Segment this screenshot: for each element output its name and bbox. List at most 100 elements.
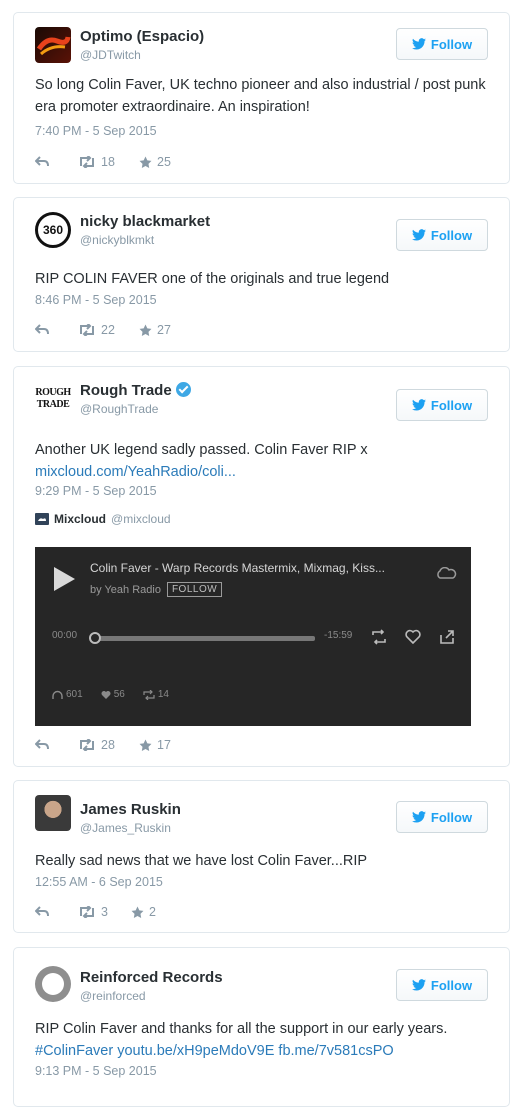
player-byline: by Yeah Radio FOLLOW [90,582,223,597]
avatar[interactable] [35,795,71,831]
favorite-count: 27 [157,323,171,337]
retweet-button[interactable]: 22 [78,323,139,337]
avatar[interactable] [35,27,71,63]
hashtag-link[interactable]: #ColinFaver [35,1043,113,1059]
card-source-name: Mixcloud [54,512,107,526]
play-icon[interactable] [52,566,76,592]
tweet-text: RIP COLIN FAVER one of the originals and… [35,271,390,287]
retweet-button[interactable]: 18 [78,155,139,169]
avatar[interactable] [35,966,71,1002]
favorite-count: 17 [157,738,171,752]
player-title[interactable]: Colin Faver - Warp Records Mastermix, Mi… [90,561,430,575]
twitter-bird-icon [411,38,426,50]
plays-stat: 601 [52,689,83,700]
retweet-icon [80,324,94,336]
reply-button[interactable] [35,739,78,751]
card-source[interactable]: Mixcloud @mixcloud [35,512,171,526]
tweet-timestamp[interactable]: 9:13 PM - 5 Sep 2015 [35,1064,157,1078]
likes-count: 56 [113,689,125,700]
follow-button[interactable]: Follow [396,801,488,833]
favorite-count: 2 [149,905,156,919]
tweet-actions: 3 2 [35,904,156,920]
retweet-count: 28 [101,738,115,752]
reply-button[interactable] [35,906,78,918]
repost-icon [143,689,155,700]
share-icon[interactable] [439,629,455,645]
tweet-timestamp[interactable]: 12:55 AM - 6 Sep 2015 [35,875,163,889]
follow-label: Follow [430,397,473,413]
favorite-button[interactable]: 17 [139,738,171,752]
favorite-count: 25 [157,155,171,169]
tweet-timestamp[interactable]: 8:46 PM - 5 Sep 2015 [35,293,157,307]
tweet-card: 360 nicky blackmarket @nickyblkmkt Follo… [13,197,510,352]
heart-icon[interactable] [405,629,421,644]
player-follow-button[interactable]: FOLLOW [166,582,223,597]
favorite-button[interactable]: 27 [139,323,171,337]
reposts-count: 14 [157,689,169,700]
retweet-icon [80,906,94,918]
player-artist[interactable]: by Yeah Radio [90,584,161,596]
avatar-logo: 360 [42,223,64,237]
tweet-link[interactable]: mixcloud.com/YeahRadio/coli... [35,464,236,480]
follow-button[interactable]: Follow [396,969,488,1001]
author-handle[interactable]: @RoughTrade [80,402,158,416]
reply-button[interactable] [35,156,78,168]
tweet-actions: 22 27 [35,322,171,338]
player-stats: 601 56 14 [52,689,169,700]
player-elapsed: 00:00 [52,630,78,641]
tweet-text: So long Colin Faver, UK techno pioneer a… [35,77,486,115]
progress-knob[interactable] [89,632,101,644]
follow-label: Follow [430,227,473,243]
tweet-card: Reinforced Records @reinforced Follow RI… [13,947,510,1107]
retweet-icon [80,156,94,168]
facebook-link[interactable]: fb.me/7v581csPO [278,1043,393,1059]
author-name[interactable]: Optimo (Espacio) [80,28,204,45]
youtube-link[interactable]: youtu.be/xH9peMdoV9E [117,1043,274,1059]
author-name[interactable]: James Ruskin [80,801,181,818]
star-icon [131,906,144,918]
author-handle[interactable]: @James_Ruskin [80,821,171,835]
repost-icon[interactable] [371,629,387,645]
mixcloud-player: Colin Faver - Warp Records Mastermix, Mi… [35,547,471,726]
mixcloud-icon [35,513,49,525]
cloud-icon[interactable] [435,567,457,579]
heart-icon [101,691,111,699]
avatar[interactable]: ROUGH TRADE [35,381,71,417]
star-icon [139,739,152,751]
tweet-timestamp[interactable]: 9:29 PM - 5 Sep 2015 [35,484,157,498]
reply-icon [35,739,49,750]
progress-bar[interactable] [92,636,315,641]
twitter-bird-icon [411,979,426,991]
favorite-button[interactable]: 2 [131,905,156,919]
author-name[interactable]: Reinforced Records [80,969,223,986]
tweet-card: Optimo (Espacio) @JDTwitch Follow So lon… [13,12,510,184]
author-handle[interactable]: @reinforced [80,989,146,1003]
follow-button[interactable]: Follow [396,28,488,60]
retweet-button[interactable]: 3 [78,905,131,919]
retweet-count: 22 [101,323,115,337]
tweet-timestamp[interactable]: 7:40 PM - 5 Sep 2015 [35,124,157,138]
reply-button[interactable] [35,324,78,336]
author-name[interactable]: nicky blackmarket [80,213,210,230]
author-handle[interactable]: @JDTwitch [80,48,141,62]
author-handle[interactable]: @nickyblkmkt [80,233,154,247]
retweet-count: 3 [101,905,108,919]
likes-stat: 56 [101,689,125,700]
tweet-card: ROUGH TRADE Rough Trade @RoughTrade Foll… [13,366,510,767]
follow-button[interactable]: Follow [396,389,488,421]
tweet-text-body: RIP Colin Faver and thanks for all the s… [35,1021,448,1037]
author-name[interactable]: Rough Trade [80,382,191,399]
favorite-button[interactable]: 25 [139,155,171,169]
avatar-logo [42,973,64,995]
avatar[interactable]: 360 [35,212,71,248]
follow-button[interactable]: Follow [396,219,488,251]
retweet-button[interactable]: 28 [78,738,139,752]
reply-icon [35,156,49,167]
tweet-actions: 18 25 [35,154,171,170]
tweet-text: Really sad news that we have lost Colin … [35,853,368,869]
card-source-handle: @mixcloud [111,512,171,526]
star-icon [139,324,152,336]
reply-icon [35,324,49,335]
reposts-stat: 14 [143,689,169,700]
avatar-logo-line-1: ROUGH [35,387,71,398]
